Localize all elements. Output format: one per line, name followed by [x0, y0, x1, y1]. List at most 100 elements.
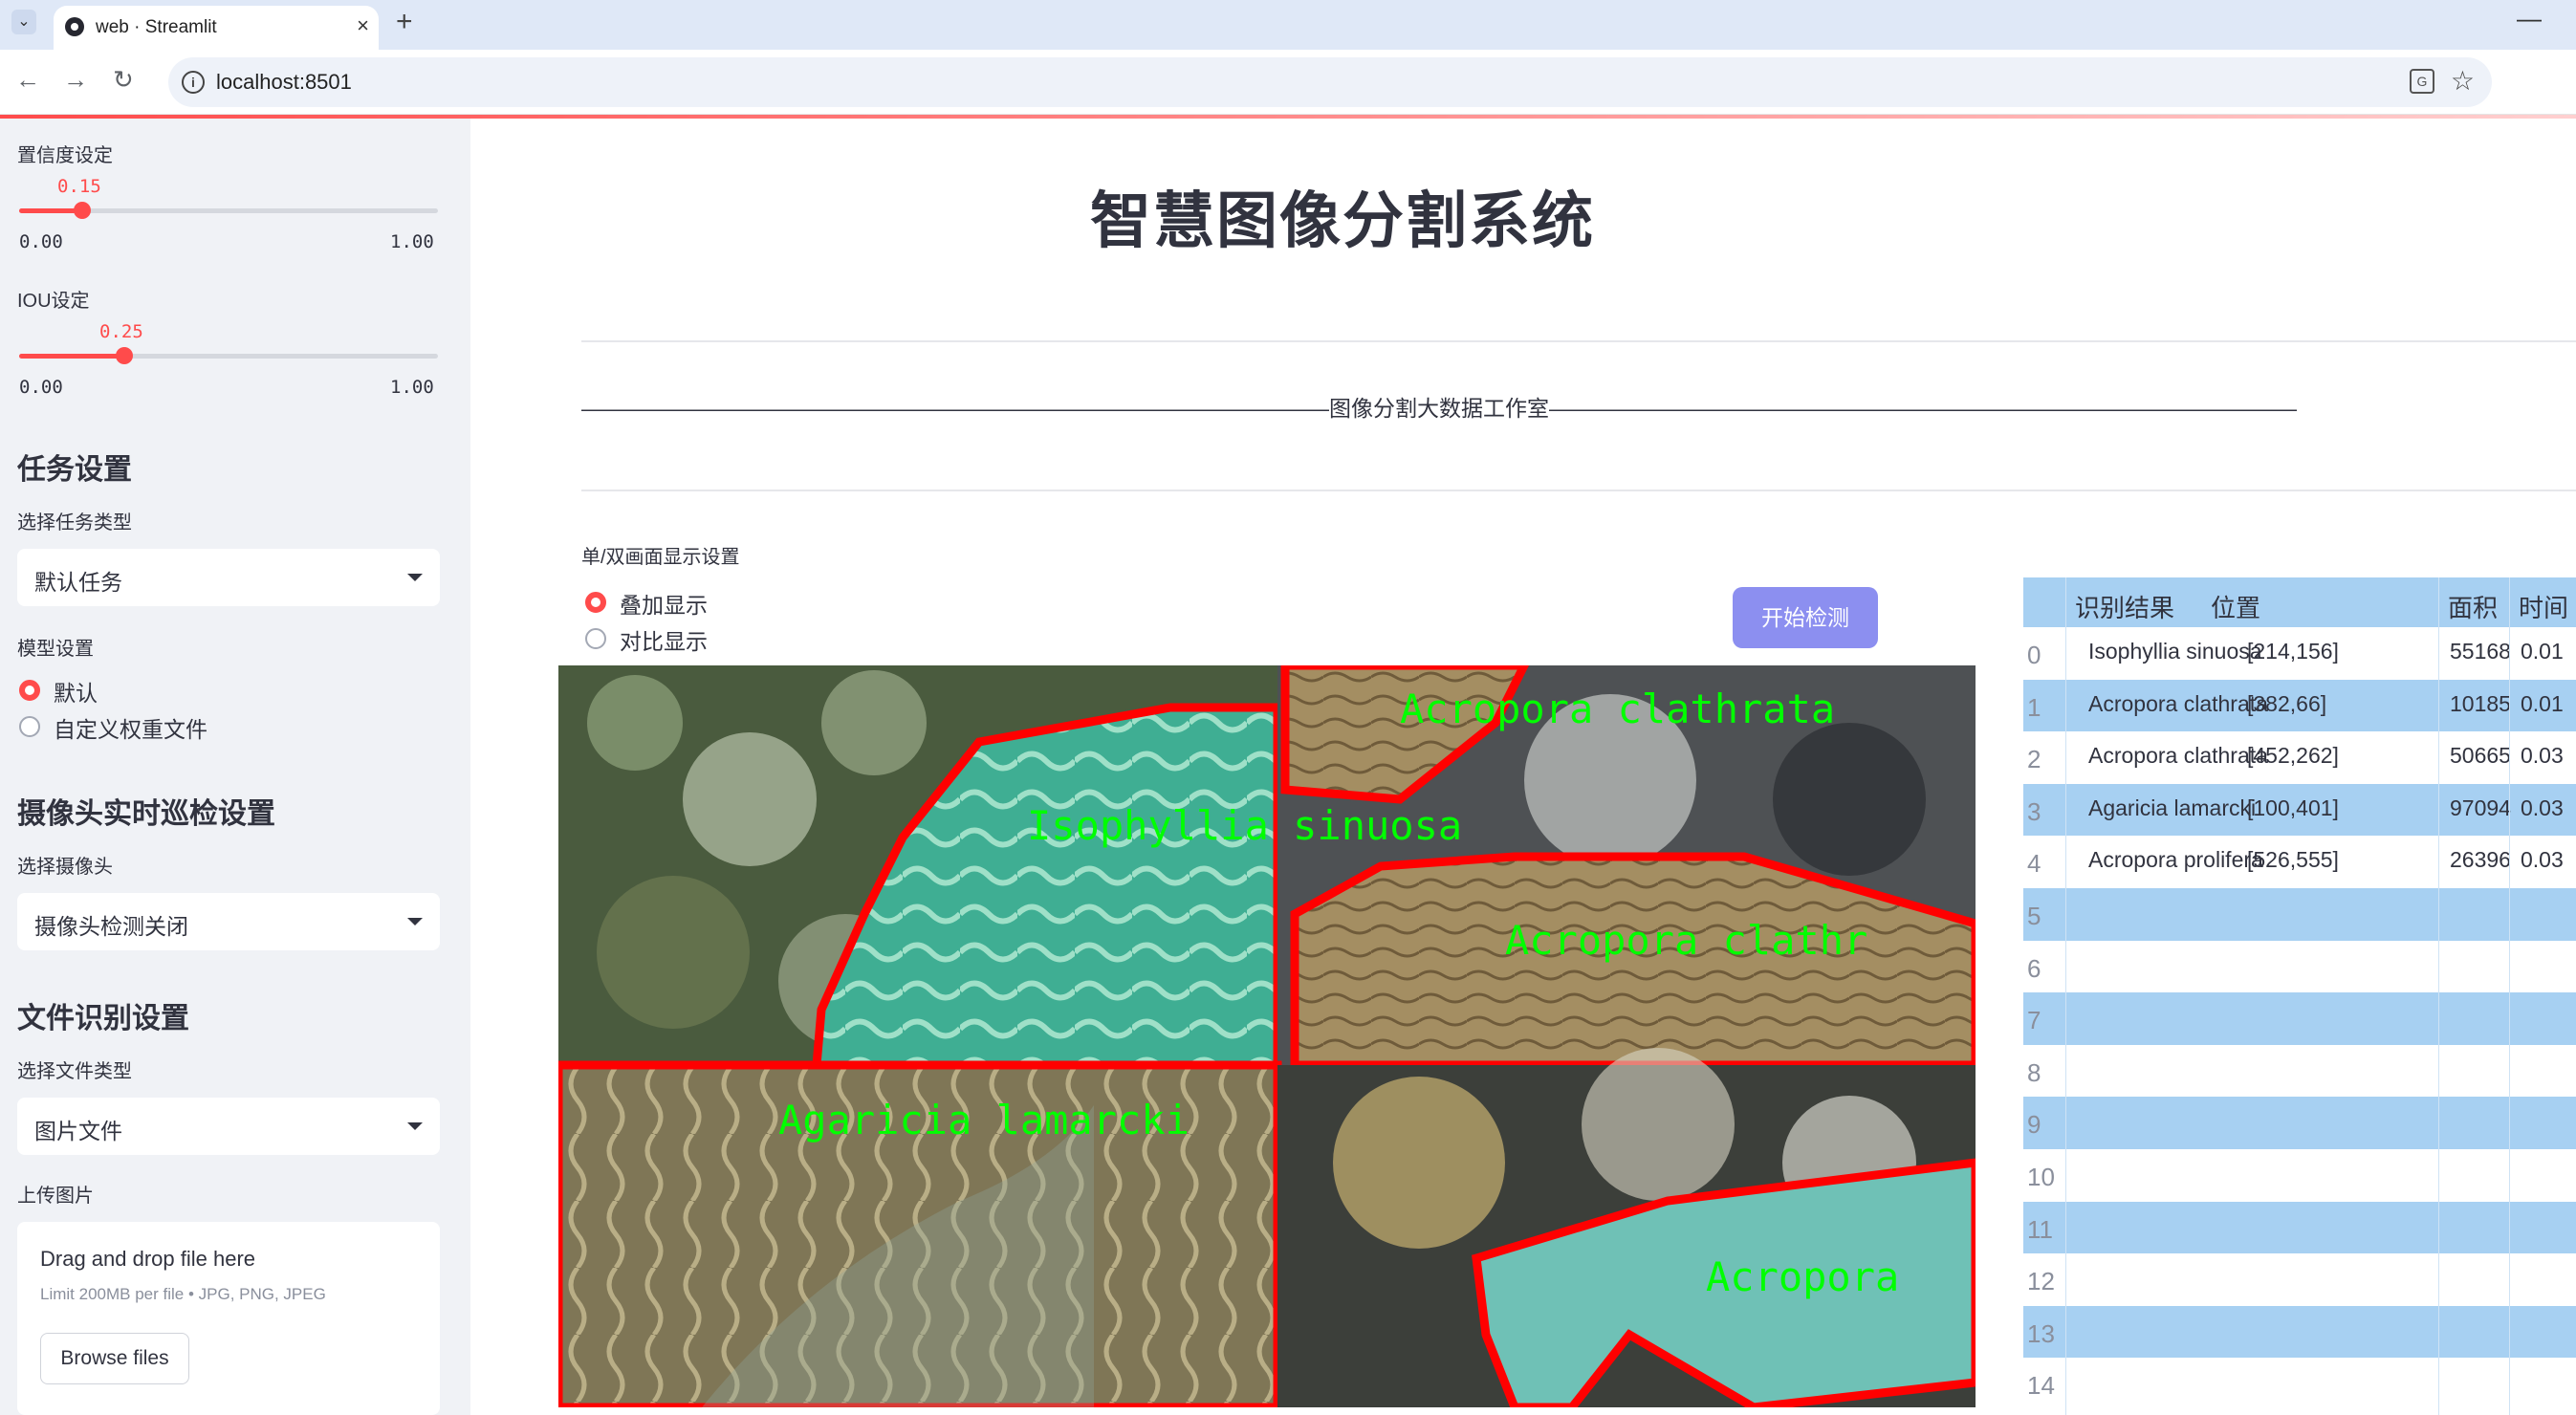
file-dropzone[interactable]: Drag and drop file here Limit 200MB per …	[17, 1222, 440, 1415]
new-tab-icon[interactable]: +	[396, 6, 413, 38]
table-row[interactable]: 8	[2023, 1045, 2576, 1098]
header-area: 面积	[2448, 594, 2499, 622]
bookmark-star-icon[interactable]: ☆	[2451, 65, 2475, 97]
row-index: 9	[2027, 1110, 2041, 1140]
cell-area: 10185	[2450, 690, 2511, 716]
site-info-icon[interactable]: i	[182, 71, 205, 94]
iou-label: IOU设定	[17, 291, 90, 312]
table-row[interactable]: 4 Acropora prolifera [526,555] 26396 0.03	[2023, 836, 2576, 888]
task-type-select[interactable]: 默认任务	[17, 549, 440, 606]
iou-min: 0.00	[19, 377, 63, 398]
model-option-label: 默认	[54, 681, 98, 706]
table-row[interactable]: 5	[2023, 888, 2576, 941]
cell-area: 97094	[2450, 795, 2511, 820]
iou-slider[interactable]	[19, 347, 438, 364]
table-row[interactable]: 1 Acropora clathrata [382,66] 10185 0.01	[2023, 679, 2576, 732]
page-title: 智慧图像分割系统	[1090, 186, 1595, 255]
header-position: 位置	[2211, 594, 2261, 622]
mask-label: Isophyllia sinuosa	[1027, 802, 1462, 849]
row-index: 13	[2027, 1318, 2055, 1348]
cell-result: Acropora clathrata	[2088, 690, 2268, 716]
camera-select[interactable]: 摄像头检测关闭	[17, 893, 440, 950]
file-settings-heading: 文件识别设置	[17, 1003, 189, 1034]
radio-button[interactable]	[585, 628, 606, 649]
minimize-icon[interactable]: —	[2517, 4, 2542, 33]
studio-banner: ——————————————————————————————————图像分割大数…	[581, 396, 2297, 421]
start-detection-button[interactable]: 开始检测	[1733, 587, 1878, 648]
cell-result: Acropora clathrata	[2088, 743, 2268, 769]
mask-label-text: Acropora clathr	[1505, 917, 1867, 964]
confidence-value: 0.15	[57, 176, 101, 197]
close-icon[interactable]: ×	[357, 13, 369, 38]
iou-slider-fill	[19, 354, 124, 359]
camera-settings-heading: 摄像头实时巡检设置	[17, 798, 275, 830]
cell-position: [382,66]	[2247, 690, 2327, 716]
row-index: 8	[2027, 1057, 2041, 1087]
tab-search-icon[interactable]: ⌄	[11, 10, 36, 34]
file-type-select[interactable]: 图片文件	[17, 1098, 440, 1155]
segmentation-result-image: Acropora clathrata Isophyllia sinuosa Ac…	[558, 665, 1976, 1407]
row-index: 2	[2027, 745, 2041, 774]
divider	[581, 340, 2576, 342]
row-index: 0	[2027, 641, 2041, 669]
task-type-selected: 默认任务	[34, 570, 122, 595]
table-row[interactable]: 0 Isophyllia sinuosa [214,156] 55168 0.01	[2023, 627, 2576, 680]
display-option-label: 叠加显示	[620, 593, 708, 618]
table-row[interactable]: 7	[2023, 992, 2576, 1045]
table-row[interactable]: 12	[2023, 1253, 2576, 1306]
confidence-slider[interactable]	[19, 202, 438, 219]
cell-position: [100,401]	[2247, 795, 2339, 820]
address-bar: ← → ↻ i localhost:8501 G ☆	[0, 50, 2576, 115]
back-arrow-icon[interactable]: ←	[15, 65, 40, 95]
dropzone-limit: Limit 200MB per file • JPG, PNG, JPEG	[40, 1285, 326, 1303]
row-index: 12	[2027, 1267, 2055, 1296]
radio-button[interactable]	[19, 680, 40, 701]
camera-select-label: 选择摄像头	[17, 857, 113, 878]
mask-label-text: Isophyllia sinuosa	[1027, 802, 1462, 849]
table-row[interactable]: 13	[2023, 1305, 2576, 1359]
table-row[interactable]: 3 Agaricia lamarcki [100,401] 97094 0.03	[2023, 783, 2576, 837]
row-index: 5	[2027, 902, 2041, 930]
table-row[interactable]: 14	[2023, 1358, 2576, 1410]
translate-icon[interactable]: G	[2410, 69, 2434, 94]
browse-files-button[interactable]: Browse files	[40, 1333, 189, 1384]
model-option-label: 自定义权重文件	[54, 717, 207, 742]
cell-time: 0.03	[2521, 795, 2564, 820]
confidence-label: 置信度设定	[17, 145, 113, 166]
streamlit-favicon-icon	[65, 17, 84, 36]
reload-icon[interactable]: ↻	[113, 65, 134, 95]
radio-button[interactable]	[19, 716, 40, 737]
table-row[interactable]: 11	[2023, 1201, 2576, 1254]
model-settings-label: 模型设置	[17, 639, 94, 660]
table-row[interactable]: 2 Acropora clathrata [452,262] 50665 0.03	[2023, 731, 2576, 784]
forward-arrow-icon[interactable]: →	[63, 65, 88, 95]
divider	[581, 490, 2576, 491]
confidence-max: 1.00	[390, 231, 434, 252]
confidence-slider-thumb[interactable]	[73, 202, 91, 219]
mask-label: Acropora clathrata	[1400, 686, 1835, 732]
dropzone-title: Drag and drop file here	[40, 1247, 256, 1271]
confidence-slider-fill	[19, 208, 82, 213]
column-divider	[2509, 577, 2510, 1415]
browser-tab[interactable]: web · Streamlit ×	[54, 6, 379, 50]
browser-tabbar: ⌄ web · Streamlit × + —	[0, 0, 2576, 50]
url-input[interactable]: i localhost:8501 G ☆	[168, 57, 2492, 107]
results-table[interactable]: 识别结果 位置 面积 时间 0 Isophyllia sinuosa [214,15…	[2023, 577, 2576, 1415]
table-row[interactable]: 9	[2023, 1097, 2576, 1149]
mask-label-text: Agaricia lamarcki	[778, 1097, 1190, 1143]
mask-label: Acropora clathr	[1505, 917, 1867, 964]
iou-slider-thumb[interactable]	[115, 347, 133, 364]
table-row[interactable]: 6	[2023, 941, 2576, 993]
url-text: localhost:8501	[216, 70, 352, 94]
radio-button[interactable]	[585, 592, 606, 613]
cell-time: 0.01	[2521, 690, 2564, 716]
table-row[interactable]: 10	[2023, 1149, 2576, 1202]
cell-area: 26396	[2450, 847, 2511, 873]
confidence-min: 0.00	[19, 231, 63, 252]
mask-label: Acropora	[1706, 1253, 1899, 1300]
task-settings-heading: 任务设置	[17, 454, 132, 486]
iou-value: 0.25	[99, 321, 143, 342]
header-result: 识别结果	[2075, 594, 2175, 622]
iou-max: 1.00	[390, 377, 434, 398]
cell-result: Agaricia lamarcki	[2088, 795, 2257, 820]
